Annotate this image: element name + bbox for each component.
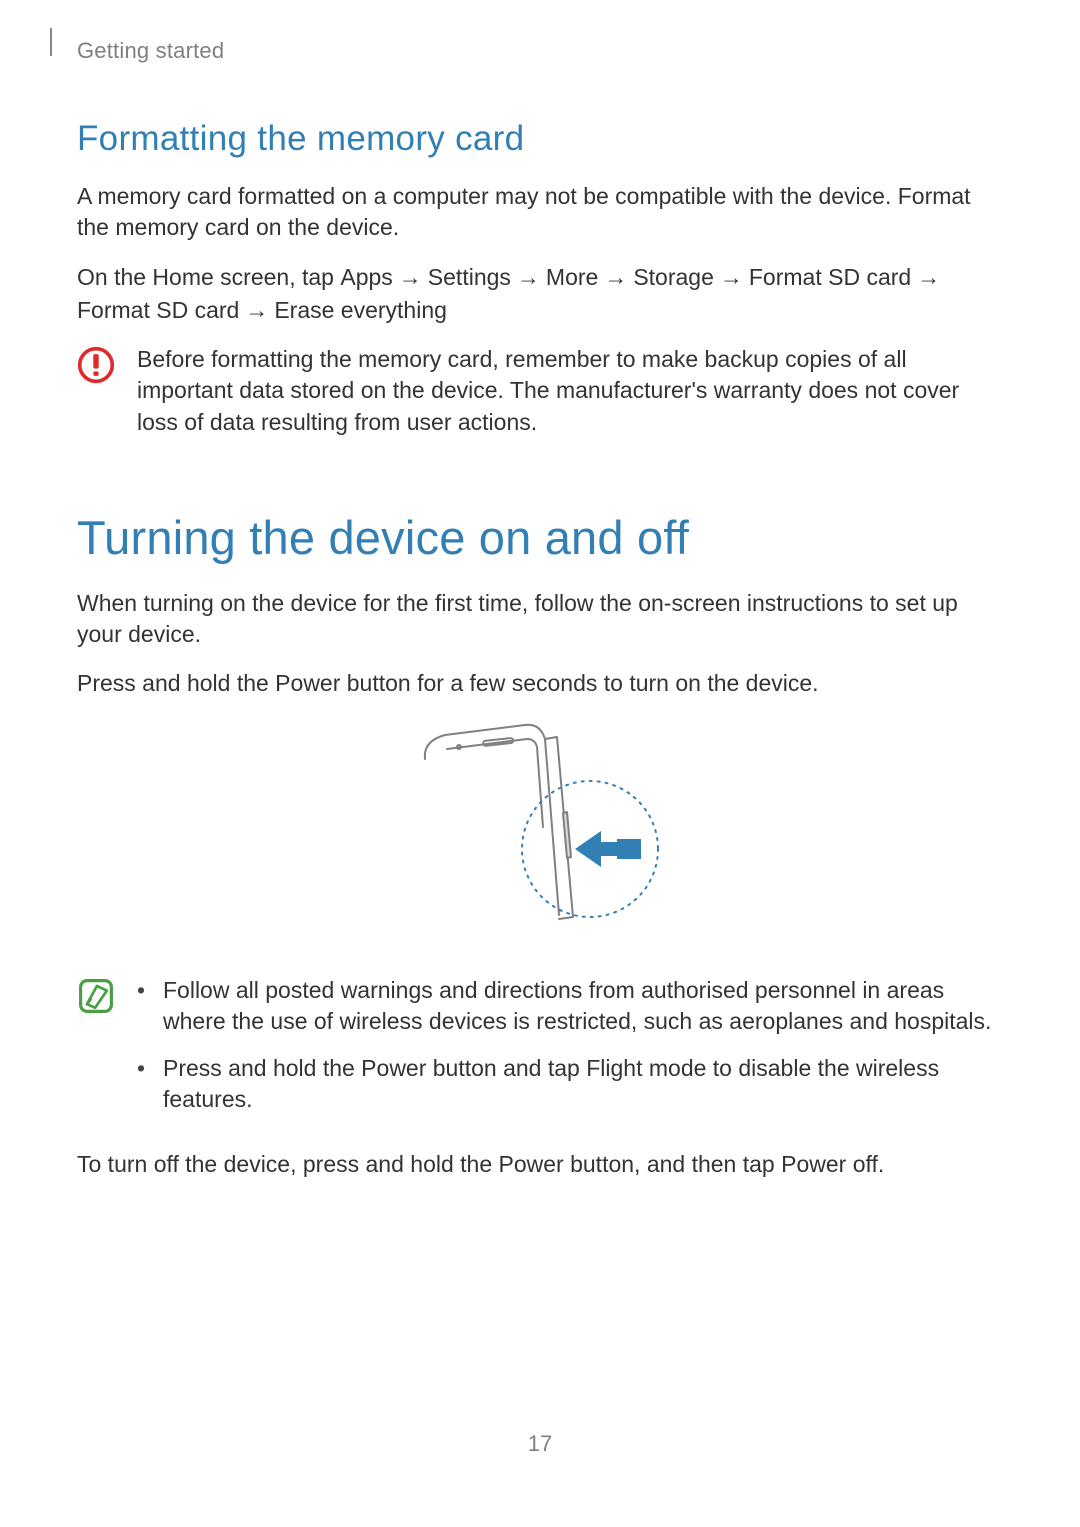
arrow-icon: →	[393, 261, 428, 294]
caution-icon	[77, 346, 115, 384]
step-5: Format SD card	[749, 264, 911, 290]
para-first-time: When turning on the device for the first…	[77, 588, 1003, 650]
step-7: Erase everything	[274, 297, 447, 323]
step-2: Settings	[428, 264, 511, 290]
device-power-figure	[77, 717, 1003, 947]
arrow-icon: →	[714, 261, 749, 294]
arrow-icon: →	[239, 294, 274, 327]
step-4: Storage	[633, 264, 714, 290]
section-heading-formatting: Formatting the memory card	[77, 119, 1003, 159]
note-icon	[77, 977, 115, 1015]
step-3: More	[546, 264, 598, 290]
header-rule	[50, 28, 52, 56]
para-format-intro: A memory card formatted on a computer ma…	[77, 181, 1003, 243]
step-6: Format SD card	[77, 297, 239, 323]
page-number: 17	[0, 1431, 1080, 1457]
step-1: Apps	[340, 264, 392, 290]
para-turn-off-post: .	[878, 1151, 884, 1177]
navigation-steps: On the Home screen, tap Apps→Settings→Mo…	[77, 261, 1003, 326]
para-turn-off: To turn off the device, press and hold t…	[77, 1149, 1003, 1180]
para-turn-off-mid: Power off	[781, 1151, 878, 1177]
note-item-2-mid: Flight mode	[586, 1055, 706, 1081]
warning-callout: Before formatting the memory card, remem…	[77, 344, 1003, 437]
warning-text: Before formatting the memory card, remem…	[137, 344, 1003, 437]
para-press-hold: Press and hold the Power button for a fe…	[77, 668, 1003, 699]
note-item-1: Follow all posted warnings and direction…	[137, 975, 1003, 1037]
note-callout: Follow all posted warnings and direction…	[77, 975, 1003, 1131]
section-heading-turning-on: Turning the device on and off	[77, 513, 1003, 562]
note-item-2: Press and hold the Power button and tap …	[137, 1053, 1003, 1115]
arrow-icon: →	[911, 261, 946, 294]
breadcrumb: Getting started	[77, 38, 1003, 64]
arrow-icon: →	[598, 261, 633, 294]
note-item-2-pre: Press and hold the Power button and tap	[163, 1055, 586, 1081]
steps-lead: On the Home screen, tap	[77, 264, 340, 290]
note-text: Follow all posted warnings and direction…	[137, 975, 1003, 1131]
para-turn-off-pre: To turn off the device, press and hold t…	[77, 1151, 781, 1177]
arrow-icon: →	[511, 261, 546, 294]
